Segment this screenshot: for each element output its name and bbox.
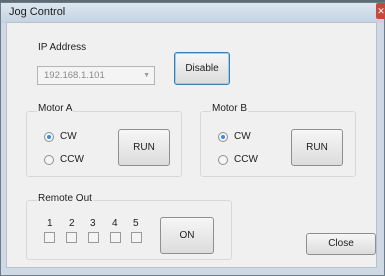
ip-address-label: IP Address	[37, 42, 88, 53]
channel-2-label: 2	[69, 218, 75, 229]
channel-1-label: 1	[47, 218, 53, 229]
motor-b-cw-label: CW	[234, 131, 251, 142]
ip-address-value: 192.168.1.101	[44, 70, 105, 81]
window-title: Jog Control	[9, 6, 66, 18]
ip-address-combo[interactable]: 192.168.1.101 ▼	[37, 66, 155, 85]
channel-1-checkbox[interactable]	[44, 232, 55, 243]
motor-b-run-button[interactable]: RUN	[291, 129, 343, 166]
channel-5-label: 5	[133, 218, 139, 229]
motor-a-run-button[interactable]: RUN	[118, 129, 170, 166]
motor-a-cw-label: CW	[60, 131, 77, 142]
remote-out-label: Remote Out	[37, 193, 93, 204]
close-window-icon[interactable]: ✕	[376, 3, 385, 19]
on-button[interactable]: ON	[160, 217, 214, 254]
disable-button-label: Disable	[185, 63, 219, 74]
close-button-label: Close	[328, 238, 354, 249]
motor-a-ccw-label: CCW	[60, 154, 84, 165]
motor-b-ccw-radio[interactable]	[218, 155, 228, 165]
motor-a-cw-radio[interactable]	[44, 132, 54, 142]
channel-4-checkbox[interactable]	[110, 232, 121, 243]
motor-a-ccw-radio[interactable]	[44, 155, 54, 165]
motor-b-label: Motor B	[211, 103, 249, 114]
close-button[interactable]: Close	[306, 233, 376, 255]
motor-b-ccw-label: CCW	[234, 154, 258, 165]
disable-button[interactable]: Disable	[174, 52, 230, 85]
channel-4-label: 4	[112, 218, 118, 229]
motor-a-run-label: RUN	[133, 142, 155, 153]
motor-b-cw-radio[interactable]	[218, 132, 228, 142]
on-button-label: ON	[179, 230, 195, 241]
channel-5-checkbox[interactable]	[131, 232, 142, 243]
title-bar[interactable]: Jog Control ✕	[1, 3, 385, 23]
channel-2-checkbox[interactable]	[66, 232, 77, 243]
motor-a-label: Motor A	[37, 103, 74, 114]
chevron-down-icon[interactable]: ▼	[143, 67, 150, 84]
channel-3-checkbox[interactable]	[88, 232, 99, 243]
channel-3-label: 3	[90, 218, 96, 229]
motor-b-run-label: RUN	[306, 142, 328, 153]
